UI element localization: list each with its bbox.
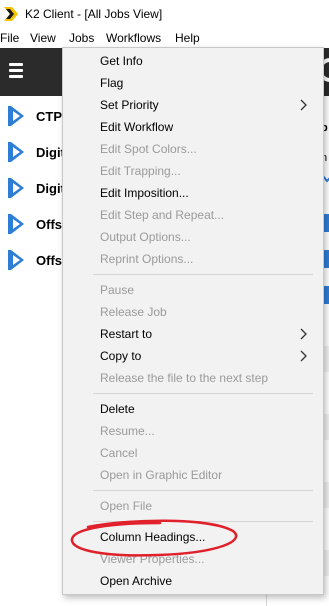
job-name: Digit (36, 181, 65, 196)
job-name: Offs (36, 253, 62, 268)
job-row[interactable]: CTP (0, 98, 70, 134)
menu-item-release-job: Release Job (100, 305, 167, 319)
window-title: K2 Client - [All Jobs View] (25, 7, 163, 21)
job-play-icon (8, 214, 24, 234)
menu-item-flag[interactable]: Flag (63, 72, 323, 94)
menu-item-set-priority[interactable]: Set Priority (63, 94, 323, 116)
chevron-right-icon (300, 328, 307, 340)
menu-separator (93, 490, 313, 491)
job-play-icon (8, 106, 24, 126)
menu-item-cancel: Cancel (100, 446, 138, 460)
menu-item-edit-workflow[interactable]: Edit Workflow (63, 116, 323, 138)
job-row[interactable]: Offs (0, 242, 70, 278)
menu-item-edit-spot-colors: Edit Spot Colors... (100, 142, 197, 156)
job-name: Digit (36, 145, 65, 160)
menu-help[interactable]: Help (175, 31, 200, 45)
menu-item-output-options: Output Options... (100, 230, 191, 244)
menu-bar: File View Jobs Workflows Help (0, 28, 329, 48)
job-play-icon (8, 178, 24, 198)
job-play-icon (8, 250, 24, 270)
menu-workflows[interactable]: Workflows (106, 31, 161, 45)
menu-item-open-file: Open File (100, 499, 153, 513)
chevron-right-icon (300, 350, 307, 362)
jobs-dropdown-menu: Get Info Flag Set Priority Edit Workflow… (62, 47, 324, 595)
menu-item-edit-trapping: Edit Trapping... (100, 164, 181, 178)
job-row[interactable]: Digit (0, 134, 70, 170)
menu-item-reprint-options: Reprint Options... (100, 252, 194, 266)
menu-item-resume: Resume... (100, 424, 155, 438)
highlight-ellipse-annotation (70, 519, 238, 557)
menu-file[interactable]: File (0, 31, 19, 45)
menu-item-release-next-step: Release the file to the next step (100, 371, 269, 385)
job-row[interactable]: Digit (0, 170, 70, 206)
title-bar: K2 Client - [All Jobs View] (0, 0, 329, 28)
menu-item-open-graphic-editor: Open in Graphic Editor (100, 468, 223, 482)
k2-logo-icon (4, 7, 18, 21)
menu-view[interactable]: View (30, 31, 56, 45)
menu-separator (93, 393, 313, 394)
menu-item-delete[interactable]: Delete (63, 398, 323, 420)
menu-item-get-info[interactable]: Get Info (63, 50, 323, 72)
menu-jobs[interactable]: Jobs (69, 31, 94, 45)
menu-item-edit-imposition[interactable]: Edit Imposition... (63, 182, 323, 204)
job-name: Offs (36, 217, 62, 232)
job-row[interactable]: Offs (0, 206, 70, 242)
menu-separator (93, 274, 313, 275)
menu-item-open-archive[interactable]: Open Archive (63, 570, 323, 592)
hamburger-icon[interactable] (9, 63, 23, 78)
menu-item-edit-step-repeat: Edit Step and Repeat... (100, 208, 225, 222)
menu-item-restart-to[interactable]: Restart to (63, 323, 323, 345)
chevron-right-icon (300, 99, 307, 111)
job-play-icon (8, 142, 24, 162)
menu-item-copy-to[interactable]: Copy to (63, 345, 323, 367)
job-name: CTP (36, 109, 62, 124)
menu-item-pause: Pause (100, 283, 135, 297)
